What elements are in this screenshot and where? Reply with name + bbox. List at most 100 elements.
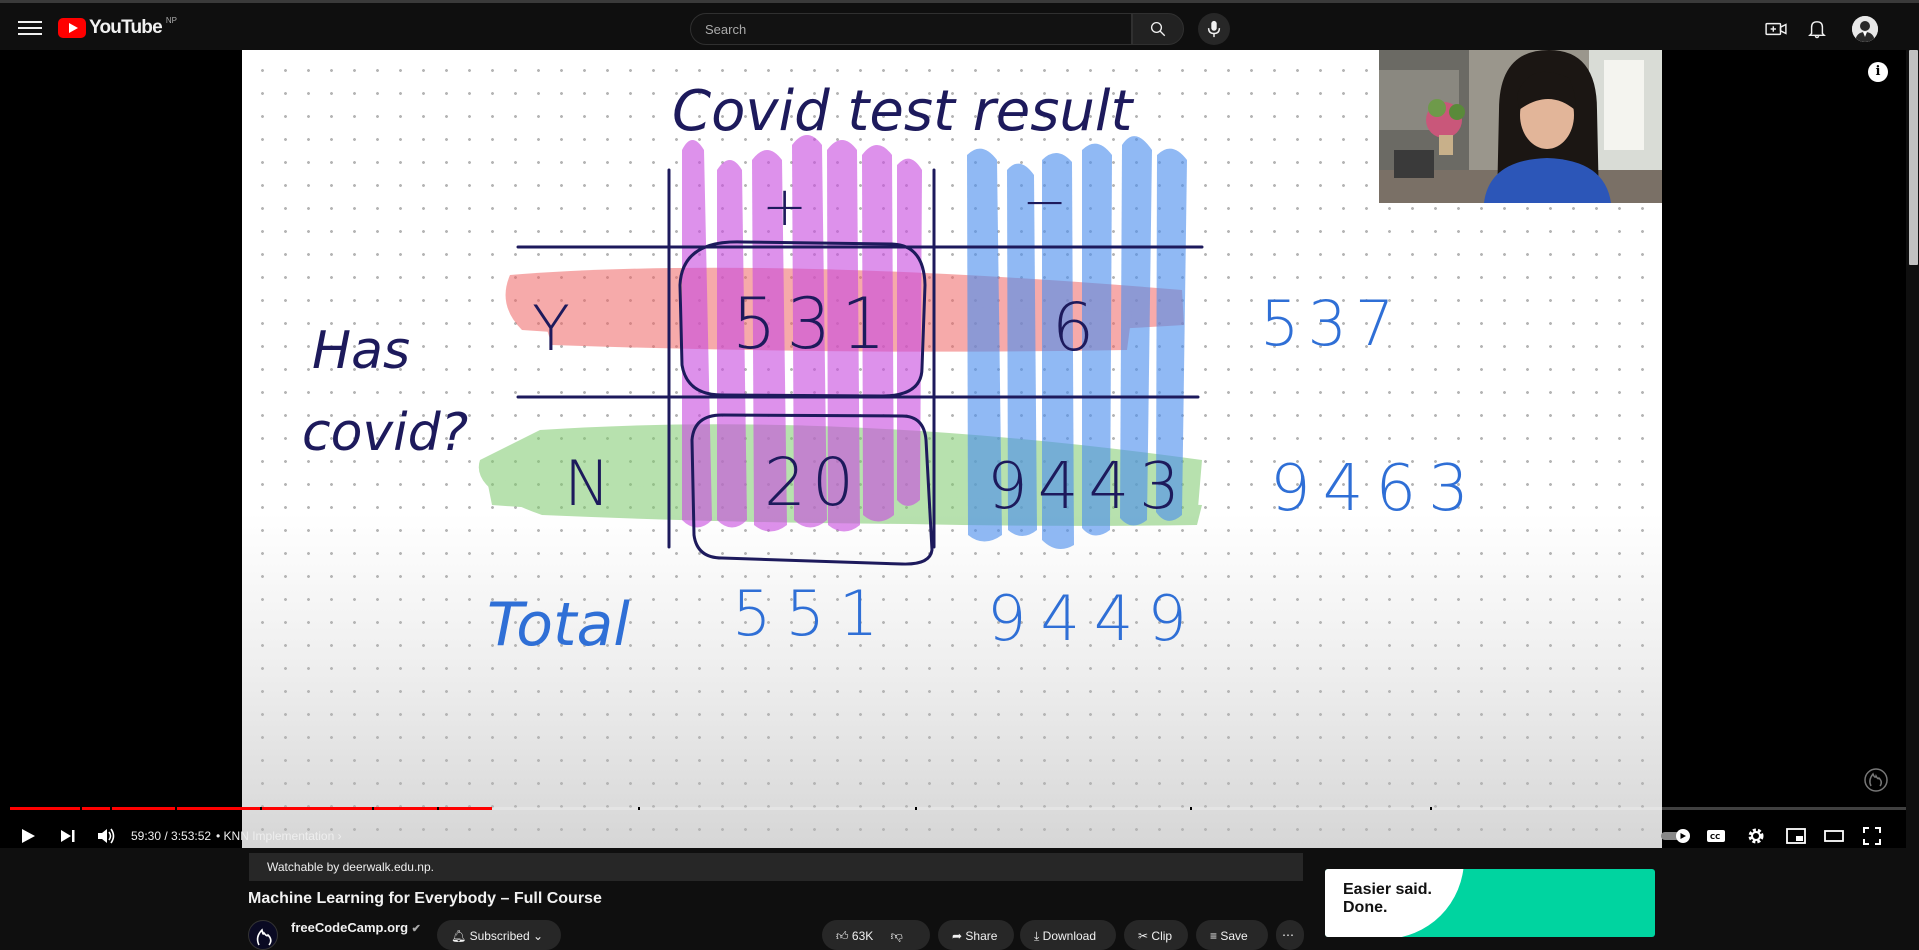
chevron-down-icon: ⌄ <box>532 929 544 943</box>
play-button[interactable] <box>16 824 40 848</box>
cell-n-pos: 20 <box>764 444 860 521</box>
like-count: 63K <box>851 929 874 943</box>
col-minus-label: − <box>1022 170 1067 233</box>
autoplay-icon <box>1661 829 1690 843</box>
playlist-add-icon: ≡ <box>1210 929 1218 943</box>
theater-mode-button[interactable] <box>1822 824 1846 848</box>
user-photo-icon <box>1852 16 1878 42</box>
ad-text-line1: Easier said. <box>1343 881 1432 898</box>
thumbs-down-icon: 👎︎ <box>890 929 903 943</box>
chevron-right-icon: › <box>337 829 342 843</box>
row-n-label: N <box>564 447 610 520</box>
board-title: Covid test result <box>672 79 1134 144</box>
verified-icon: ✔ <box>411 923 421 935</box>
chapter-title: KNN Implementation <box>223 829 335 843</box>
captions-button[interactable]: CC <box>1704 824 1728 848</box>
like-button[interactable]: 👍︎ 63K <box>836 929 873 943</box>
subscribed-button[interactable]: 🔔︎ Subscribed ⌄ <box>437 920 561 950</box>
channel-name[interactable]: freeCodeCamp.org ✔ <box>291 920 421 935</box>
miniplayer-icon <box>1786 828 1806 844</box>
download-label: Download <box>1042 929 1097 943</box>
channel-name-text: freeCodeCamp.org <box>291 920 409 935</box>
search-input[interactable]: Search <box>690 13 1132 45</box>
miniplayer-button[interactable] <box>1784 824 1808 848</box>
cell-y-neg: 6 <box>1052 289 1094 366</box>
channel-watermark-icon[interactable] <box>1860 766 1892 798</box>
scissors-icon: ✂ <box>1138 929 1149 943</box>
below-player: Watchable by deerwalk.edu.np. Machine Le… <box>0 848 1919 950</box>
row-label-has: Has <box>312 321 410 381</box>
clip-label: Clip <box>1151 929 1173 943</box>
progress-bar[interactable] <box>10 807 1909 810</box>
country-code: NP <box>165 15 177 25</box>
mic-icon <box>1207 20 1221 38</box>
cell-y-pos: 531 <box>732 283 896 365</box>
subscribed-label: Subscribed <box>469 929 530 943</box>
share-icon: ➦ <box>952 929 963 943</box>
account-avatar[interactable] <box>1852 16 1878 42</box>
captions-icon: CC <box>1707 830 1725 842</box>
autoplay-toggle[interactable] <box>1660 824 1694 848</box>
create-icon <box>1765 22 1787 36</box>
total-label: Total <box>487 590 630 660</box>
share-label: Share <box>965 929 998 943</box>
row-total-y: 537 <box>1260 287 1402 360</box>
save-label: Save <box>1220 929 1248 943</box>
theater-icon <box>1824 830 1844 842</box>
like-dislike-group: 👍︎ 63K 👎︎ <box>822 920 930 950</box>
download-icon: ⤓ <box>1034 929 1040 943</box>
search-button[interactable] <box>1132 13 1184 45</box>
voice-search-button[interactable] <box>1198 13 1230 45</box>
share-button[interactable]: ➦ Share <box>938 920 1014 950</box>
menu-icon[interactable] <box>18 17 42 37</box>
page-scrollbar[interactable] <box>1906 50 1919 937</box>
next-button[interactable] <box>56 824 80 848</box>
masthead: YouTube NP Search <box>0 0 1919 50</box>
row-y-label: Y <box>532 292 570 365</box>
video-title: Machine Learning for Everybody – Full Co… <box>248 890 602 907</box>
info-icon[interactable]: i <box>1868 62 1888 82</box>
col-plus-label: + <box>762 175 807 238</box>
chapter-title-button[interactable]: • KNN Implementation › <box>216 829 342 843</box>
bell-icon <box>1808 21 1826 39</box>
play-icon <box>22 829 35 843</box>
ad-banner[interactable]: Easier said. Done. <box>1325 869 1655 937</box>
channel-avatar[interactable] <box>248 920 278 950</box>
volume-icon <box>98 828 115 844</box>
settings-button[interactable] <box>1744 824 1768 848</box>
fullscreen-button[interactable] <box>1860 824 1884 848</box>
mute-button[interactable] <box>94 824 118 848</box>
chapter-separator: • <box>216 829 221 843</box>
total-pos: 551 <box>732 577 892 650</box>
create-button[interactable] <box>1764 17 1788 41</box>
youtube-play-icon <box>58 18 86 38</box>
time-display: 59:30 / 3:53:52 <box>131 829 212 843</box>
watchable-notice: Watchable by deerwalk.edu.np. <box>249 853 1303 881</box>
cell-n-neg: 9443 <box>987 450 1190 524</box>
fullscreen-icon <box>1863 827 1881 845</box>
more-actions-button[interactable]: ⋯ <box>1276 920 1304 950</box>
save-button[interactable]: ≡ Save <box>1196 920 1268 950</box>
row-label-covid: covid? <box>302 403 468 463</box>
logo-text: YouTube <box>89 17 163 38</box>
bell-icon: 🔔︎ <box>451 929 467 943</box>
notifications-button[interactable] <box>1805 17 1829 41</box>
thumbs-up-icon: 👍︎ <box>836 929 849 943</box>
svg-text:CC: CC <box>1710 833 1720 841</box>
progress-played <box>10 807 493 810</box>
scrollbar-thumb[interactable] <box>1909 50 1918 265</box>
freecodecamp-logo-icon <box>256 928 272 946</box>
gear-icon <box>1748 828 1764 844</box>
video-player[interactable]: Covid test result + − Has covid? Y N 531… <box>0 50 1919 848</box>
more-icon: ⋯ <box>1282 928 1294 942</box>
presenter-webcam <box>1379 50 1662 203</box>
ad-text: Easier said. Done. <box>1343 881 1432 917</box>
total-neg: 9449 <box>987 582 1201 655</box>
youtube-logo[interactable]: YouTube NP <box>58 15 177 39</box>
next-icon <box>61 830 75 842</box>
video-frame[interactable]: Covid test result + − Has covid? Y N 531… <box>242 50 1662 848</box>
clip-button[interactable]: ✂ Clip <box>1124 920 1188 950</box>
dislike-button[interactable]: 👎︎ <box>891 929 903 943</box>
row-total-n: 9463 <box>1270 452 1481 526</box>
download-button[interactable]: ⤓ Download <box>1020 920 1116 950</box>
